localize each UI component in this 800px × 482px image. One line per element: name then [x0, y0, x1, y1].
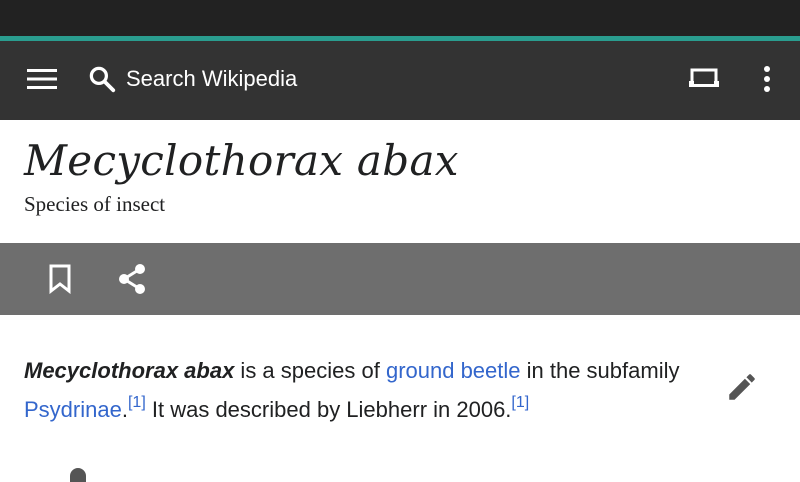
menu-button[interactable]	[20, 59, 64, 99]
lead-bold-title: Mecyclothorax abax	[24, 358, 235, 383]
link-psydrinae[interactable]: Psydrinae	[24, 397, 122, 422]
text-segment: in the subfamily	[520, 358, 680, 383]
page-title: Mecyclothorax abax	[24, 136, 459, 185]
article-action-bar	[0, 243, 800, 315]
reference-link-1[interactable]: [1]	[128, 394, 146, 411]
hamburger-menu-icon	[27, 69, 57, 89]
link-ground-beetle[interactable]: ground beetle	[386, 358, 521, 383]
bookmark-button[interactable]	[40, 259, 80, 299]
overflow-menu-button[interactable]	[748, 59, 786, 99]
reference-link-2[interactable]: [1]	[511, 394, 529, 411]
article-header: Mecyclothorax abax Species of insect	[0, 120, 800, 243]
share-button[interactable]	[112, 259, 152, 299]
share-icon	[119, 264, 145, 294]
search-icon	[84, 61, 120, 97]
lead-paragraph: Mecyclothorax abax is a species of groun…	[24, 351, 704, 429]
text-segment: It was described by Liebherr in 2006.	[145, 397, 512, 422]
text-segment: is a species of	[234, 358, 386, 383]
tabs-button[interactable]	[682, 59, 726, 99]
tabs-icon	[689, 68, 719, 87]
search-bar[interactable]: Search Wikipedia	[84, 57, 624, 101]
bookmark-icon	[49, 264, 71, 294]
status-bar	[0, 0, 800, 36]
page-description: Species of insect	[24, 192, 166, 216]
search-placeholder: Search Wikipedia	[126, 66, 298, 91]
edit-pencil-icon	[729, 374, 755, 400]
edit-section-button[interactable]	[720, 365, 764, 409]
article-content: Mecyclothorax abax is a species of groun…	[0, 315, 800, 482]
app-toolbar: Search Wikipedia	[0, 41, 800, 120]
more-vert-icon	[764, 66, 770, 92]
